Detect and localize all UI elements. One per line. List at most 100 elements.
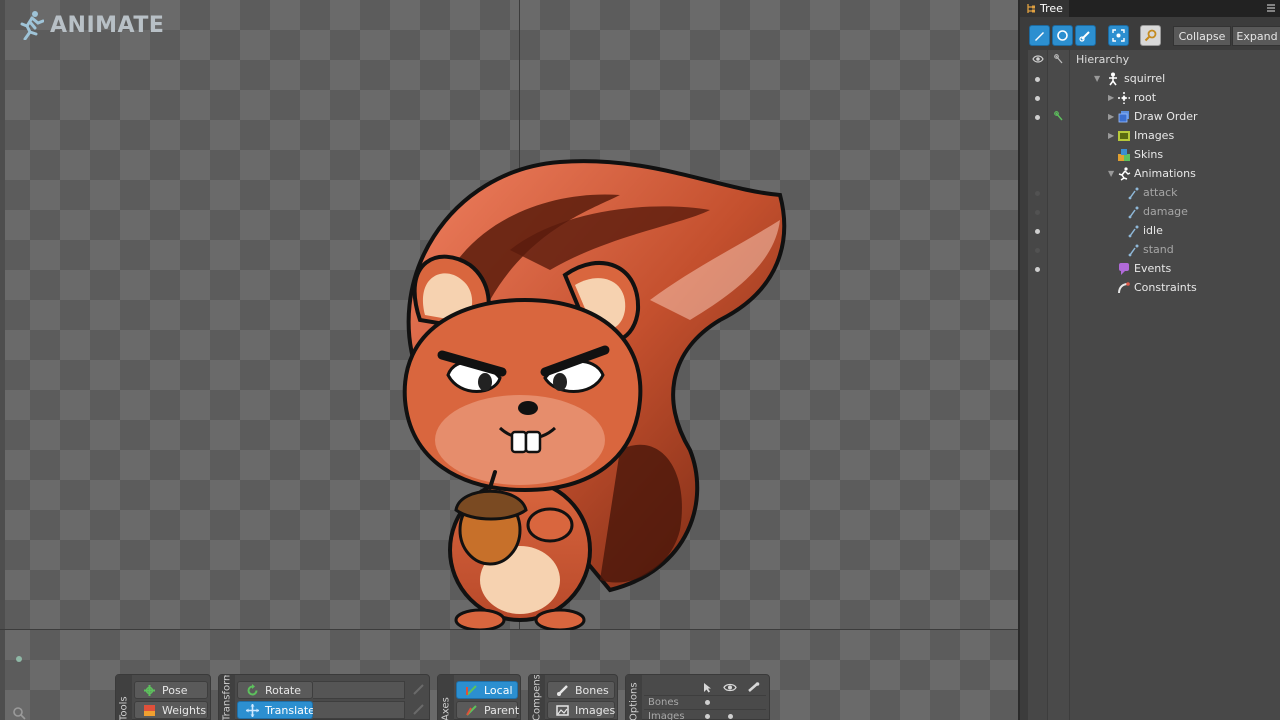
weights-button[interactable]: Weights xyxy=(134,701,208,719)
viewport-left-strip xyxy=(0,0,5,720)
bone-edit-icon xyxy=(1079,31,1090,42)
tab-tree[interactable]: Tree xyxy=(1020,0,1069,17)
viewport-canvas[interactable]: ANIMATE Tools Pose Weights Transform Rot… xyxy=(0,0,1018,720)
tree-item-events[interactable]: Events xyxy=(1028,260,1280,279)
visibility-dot[interactable] xyxy=(1035,77,1040,82)
bones-icon xyxy=(556,684,569,697)
squirrel-character[interactable] xyxy=(360,150,810,630)
translate-label: Translate xyxy=(265,703,315,717)
tree-item-label: idle xyxy=(1143,224,1163,237)
circle-icon xyxy=(1057,30,1068,41)
tools-group-label: Tools xyxy=(116,675,132,720)
tree-item-idle[interactable]: idle xyxy=(1028,222,1280,241)
key-icon[interactable] xyxy=(1054,111,1065,122)
visibility-dot[interactable] xyxy=(1035,191,1040,196)
panel-toolbar: Collapse Expand xyxy=(1020,22,1280,50)
key-header-icon xyxy=(1054,54,1063,64)
bone-root-icon xyxy=(1118,92,1130,104)
expand-button[interactable]: Expand xyxy=(1232,26,1280,46)
options-row-bones: Bones xyxy=(644,695,766,709)
visibility-dot[interactable] xyxy=(1035,267,1040,272)
tree-item-squirrel[interactable]: ▼ squirrel xyxy=(1028,70,1280,89)
tree-item-label: attack xyxy=(1143,186,1178,199)
images-selectable-toggle[interactable] xyxy=(696,714,719,719)
tools-group: Tools Pose Weights xyxy=(115,674,211,720)
focus-frame-icon xyxy=(1112,29,1125,42)
focus-button[interactable] xyxy=(1108,25,1129,46)
visibility-header-icon xyxy=(1032,55,1044,63)
compensate-bones-button[interactable]: Bones xyxy=(547,681,615,699)
images-folder-icon xyxy=(1118,131,1130,141)
rotate-settings-icon[interactable] xyxy=(411,683,425,697)
visibility-dot[interactable] xyxy=(1035,96,1040,101)
logo-text: ANIMATE xyxy=(50,12,165,38)
bones-label: Bones xyxy=(575,683,609,697)
tree-item-animations[interactable]: ▼ Animations xyxy=(1028,165,1280,184)
tree-item-images[interactable]: ▶ Images xyxy=(1028,127,1280,146)
collapse-button[interactable]: Collapse xyxy=(1173,26,1231,46)
axes-group: Axes Local Parent xyxy=(437,674,521,720)
app-logo: ANIMATE xyxy=(18,10,164,40)
images-label: Images xyxy=(575,703,616,717)
images-icon xyxy=(556,704,569,717)
panel-menu-icon[interactable] xyxy=(1266,3,1276,13)
options-group: Options Bones Images xyxy=(625,674,770,720)
tab-tree-label: Tree xyxy=(1040,2,1063,15)
tree-item-stand[interactable]: stand xyxy=(1028,241,1280,260)
zoom-icon[interactable] xyxy=(12,706,26,720)
events-icon xyxy=(1119,263,1129,275)
translate-settings-icon[interactable] xyxy=(411,703,425,717)
skeleton-icon xyxy=(1109,72,1117,86)
tree-item-attack[interactable]: attack xyxy=(1028,184,1280,203)
animation-icon xyxy=(1128,225,1139,238)
tree-item-label: squirrel xyxy=(1124,72,1166,85)
pen-icon xyxy=(1035,32,1044,41)
tree-item-label: Images xyxy=(1134,129,1175,142)
animation-icon xyxy=(1128,206,1139,219)
tree-item-label: Draw Order xyxy=(1134,110,1198,123)
rotate-icon xyxy=(246,683,259,697)
tree-item-skins[interactable]: Skins xyxy=(1028,146,1280,165)
ellipse-tool-button[interactable] xyxy=(1052,25,1073,46)
visibility-dot[interactable] xyxy=(1035,248,1040,253)
local-button[interactable]: Local xyxy=(456,681,518,699)
bone-names-icon xyxy=(748,681,760,692)
visibility-dot[interactable] xyxy=(1035,210,1040,215)
tree-item-label: Skins xyxy=(1134,148,1164,161)
tree-item-root[interactable]: ▶ root xyxy=(1028,89,1280,108)
tree-item-damage[interactable]: damage xyxy=(1028,203,1280,222)
visibility-dot[interactable] xyxy=(1035,229,1040,234)
parent-axes-icon xyxy=(465,704,478,717)
options-row-images: Images xyxy=(644,709,766,720)
translate-button[interactable]: Translate xyxy=(237,701,315,719)
parent-button[interactable]: Parent xyxy=(456,701,519,719)
running-figure-icon xyxy=(20,11,44,40)
translate-icon xyxy=(246,703,259,717)
tree-item-constraints[interactable]: Constraints xyxy=(1028,279,1280,298)
compensate-images-button[interactable]: Images xyxy=(547,701,615,719)
search-button[interactable] xyxy=(1140,25,1161,46)
tree-item-draw-order[interactable]: ▶ Draw Order xyxy=(1028,108,1280,127)
visibility-dot[interactable] xyxy=(1035,115,1040,120)
pose-icon xyxy=(143,684,156,697)
rotate-button[interactable]: Rotate xyxy=(237,681,313,699)
options-group-label: Options xyxy=(626,675,642,720)
search-key-icon xyxy=(1144,29,1157,42)
bones-selectable-toggle[interactable] xyxy=(696,700,719,705)
compensate-group: Compensate Bones Images xyxy=(528,674,618,720)
tree-icon xyxy=(1027,4,1035,13)
animation-icon xyxy=(1128,244,1139,257)
tree-item-label: root xyxy=(1134,91,1157,104)
pose-button[interactable]: Pose xyxy=(134,681,208,699)
rotate-value-field[interactable] xyxy=(313,681,405,699)
expand-arrow-icon[interactable]: ▼ xyxy=(1094,74,1104,84)
translate-value-field[interactable] xyxy=(313,701,405,719)
select-cursor-icon xyxy=(704,682,711,692)
timeline-marker[interactable] xyxy=(16,656,22,662)
visibility-eye-icon xyxy=(723,683,737,691)
pen-tool-button[interactable] xyxy=(1029,25,1050,46)
images-visible-toggle[interactable] xyxy=(719,714,742,719)
bone-tool-button[interactable] xyxy=(1075,25,1096,46)
hierarchy-header-label: Hierarchy xyxy=(1076,53,1130,66)
constraints-icon xyxy=(1118,282,1130,294)
